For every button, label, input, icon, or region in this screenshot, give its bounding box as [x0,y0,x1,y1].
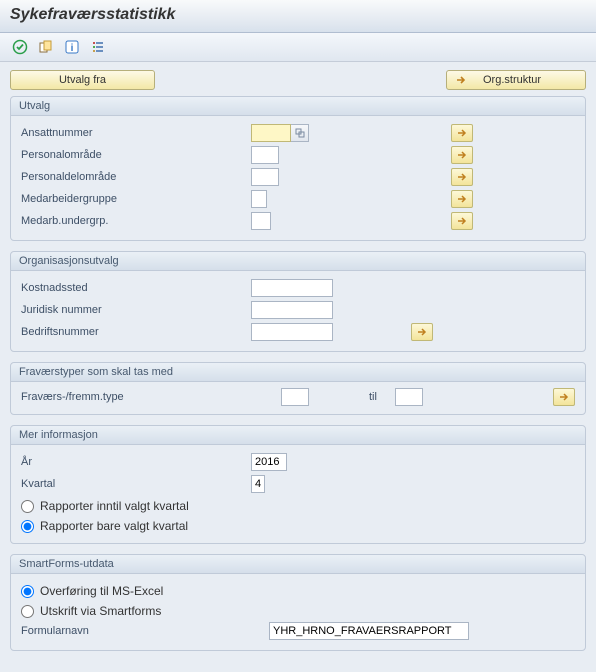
page-title: Sykefraværsstatistikk [10,6,586,24]
group-smartforms: SmartForms-utdata Overføring til MS-Exce… [10,554,586,651]
arrow-icon [416,327,428,337]
row-ansattnummer: Ansattnummer [21,122,575,144]
input-juridisk-nummer[interactable] [251,301,333,319]
arrow-icon [456,172,468,182]
input-aar[interactable] [251,453,287,471]
label-fravtype: Fraværs-/fremm.type [21,391,281,403]
input-bedriftsnummer[interactable] [251,323,333,341]
label-personalomrade: Personalområde [21,149,251,161]
variants-button[interactable] [36,37,56,57]
row-personalomrade: Personalområde [21,144,575,166]
row-formularnavn: Formularnavn [21,620,575,642]
label-radio-smart: Utskrift via Smartforms [40,604,161,618]
group-merinfo-header: Mer informasjon [11,426,585,445]
arrow-icon [456,194,468,204]
group-orgutvalg-header: Organisasjonsutvalg [11,252,585,271]
label-medarb-undergrp: Medarb.undergrp. [21,215,251,227]
radio-row-inntil: Rapporter inntil valgt kvartal [21,495,575,515]
row-kvartal: Kvartal [21,473,575,495]
arrow-icon [456,150,468,160]
row-medarb-undergrp: Medarb.undergrp. [21,210,575,232]
radio-inntil[interactable] [21,500,34,513]
input-ansattnummer[interactable] [251,124,291,142]
label-radio-bare: Rapporter bare valgt kvartal [40,519,188,533]
variants-icon [38,39,54,55]
list-button[interactable] [88,37,108,57]
label-radio-excel: Overføring til MS-Excel [40,584,163,598]
multi-fravtype[interactable] [553,388,575,406]
top-button-row: Utvalg fra Org.struktur [10,70,586,90]
arrow-icon [558,392,570,402]
toolbar: i [0,33,596,62]
group-fravtyper-header: Fraværstyper som skal tas med [11,363,585,382]
arrow-icon [456,216,468,226]
group-merinfo: Mer informasjon År Kvartal Rapporter inn… [10,425,586,544]
execute-button[interactable] [10,37,30,57]
radio-row-bare: Rapporter bare valgt kvartal [21,515,575,535]
execute-icon [12,39,28,55]
radio-row-excel: Overføring til MS-Excel [21,580,575,600]
row-fravtype: Fraværs-/fremm.type til [21,388,575,406]
multi-medarbeidergruppe[interactable] [451,190,473,208]
input-fravtype-to[interactable] [395,388,423,406]
label-til: til [369,391,377,403]
list-icon [90,39,106,55]
info-icon: i [64,39,80,55]
radio-row-smart: Utskrift via Smartforms [21,600,575,620]
multi-medarb-undergrp[interactable] [451,212,473,230]
utvalg-fra-button[interactable]: Utvalg fra [10,70,155,90]
org-struktur-label: Org.struktur [483,74,541,86]
title-bar: Sykefraværsstatistikk [0,0,596,33]
multi-personalomrade[interactable] [451,146,473,164]
input-formularnavn[interactable] [269,622,469,640]
group-smartforms-header: SmartForms-utdata [11,555,585,574]
arrow-icon [456,128,468,138]
label-aar: År [21,456,251,468]
input-medarb-undergrp[interactable] [251,212,271,230]
row-medarbeidergruppe: Medarbeidergruppe [21,188,575,210]
group-orgutvalg: Organisasjonsutvalg Kostnadssted Juridis… [10,251,586,352]
group-utvalg-header: Utvalg [11,97,585,116]
group-utvalg: Utvalg Ansattnummer [10,96,586,241]
radio-excel[interactable] [21,585,34,598]
row-juridisk-nummer: Juridisk nummer [21,299,575,321]
input-medarbeidergruppe[interactable] [251,190,267,208]
row-personaldelomrade: Personaldelområde [21,166,575,188]
label-ansattnummer: Ansattnummer [21,127,251,139]
f4-ansattnummer[interactable] [291,124,309,142]
radio-bare[interactable] [21,520,34,533]
multi-bedriftsnummer[interactable] [411,323,433,341]
input-personaldelomrade[interactable] [251,168,279,186]
app-window: Sykefraværsstatistikk i [0,0,596,671]
input-kostnadssted[interactable] [251,279,333,297]
label-medarbeidergruppe: Medarbeidergruppe [21,193,251,205]
arrow-right-icon [455,74,467,86]
label-personaldelomrade: Personaldelområde [21,171,251,183]
label-kvartal: Kvartal [21,478,251,490]
content-area: Utvalg fra Org.struktur Utvalg Ansattnum… [0,62,596,671]
label-formularnavn: Formularnavn [21,625,269,637]
label-radio-inntil: Rapporter inntil valgt kvartal [40,499,189,513]
group-fravtyper: Fraværstyper som skal tas med Fraværs-/f… [10,362,586,415]
multi-ansattnummer[interactable] [451,124,473,142]
svg-text:i: i [71,43,74,54]
input-personalomrade[interactable] [251,146,279,164]
label-juridisk-nummer: Juridisk nummer [21,304,251,316]
f4-icon [295,128,305,138]
row-bedriftsnummer: Bedriftsnummer [21,321,575,343]
multi-personaldelomrade[interactable] [451,168,473,186]
input-fravtype-from[interactable] [281,388,309,406]
info-button[interactable]: i [62,37,82,57]
radio-smart[interactable] [21,605,34,618]
label-bedriftsnummer: Bedriftsnummer [21,326,251,338]
row-aar: År [21,451,575,473]
label-kostnadssted: Kostnadssted [21,282,251,294]
org-struktur-button[interactable]: Org.struktur [446,70,586,90]
row-kostnadssted: Kostnadssted [21,277,575,299]
input-kvartal[interactable] [251,475,265,493]
